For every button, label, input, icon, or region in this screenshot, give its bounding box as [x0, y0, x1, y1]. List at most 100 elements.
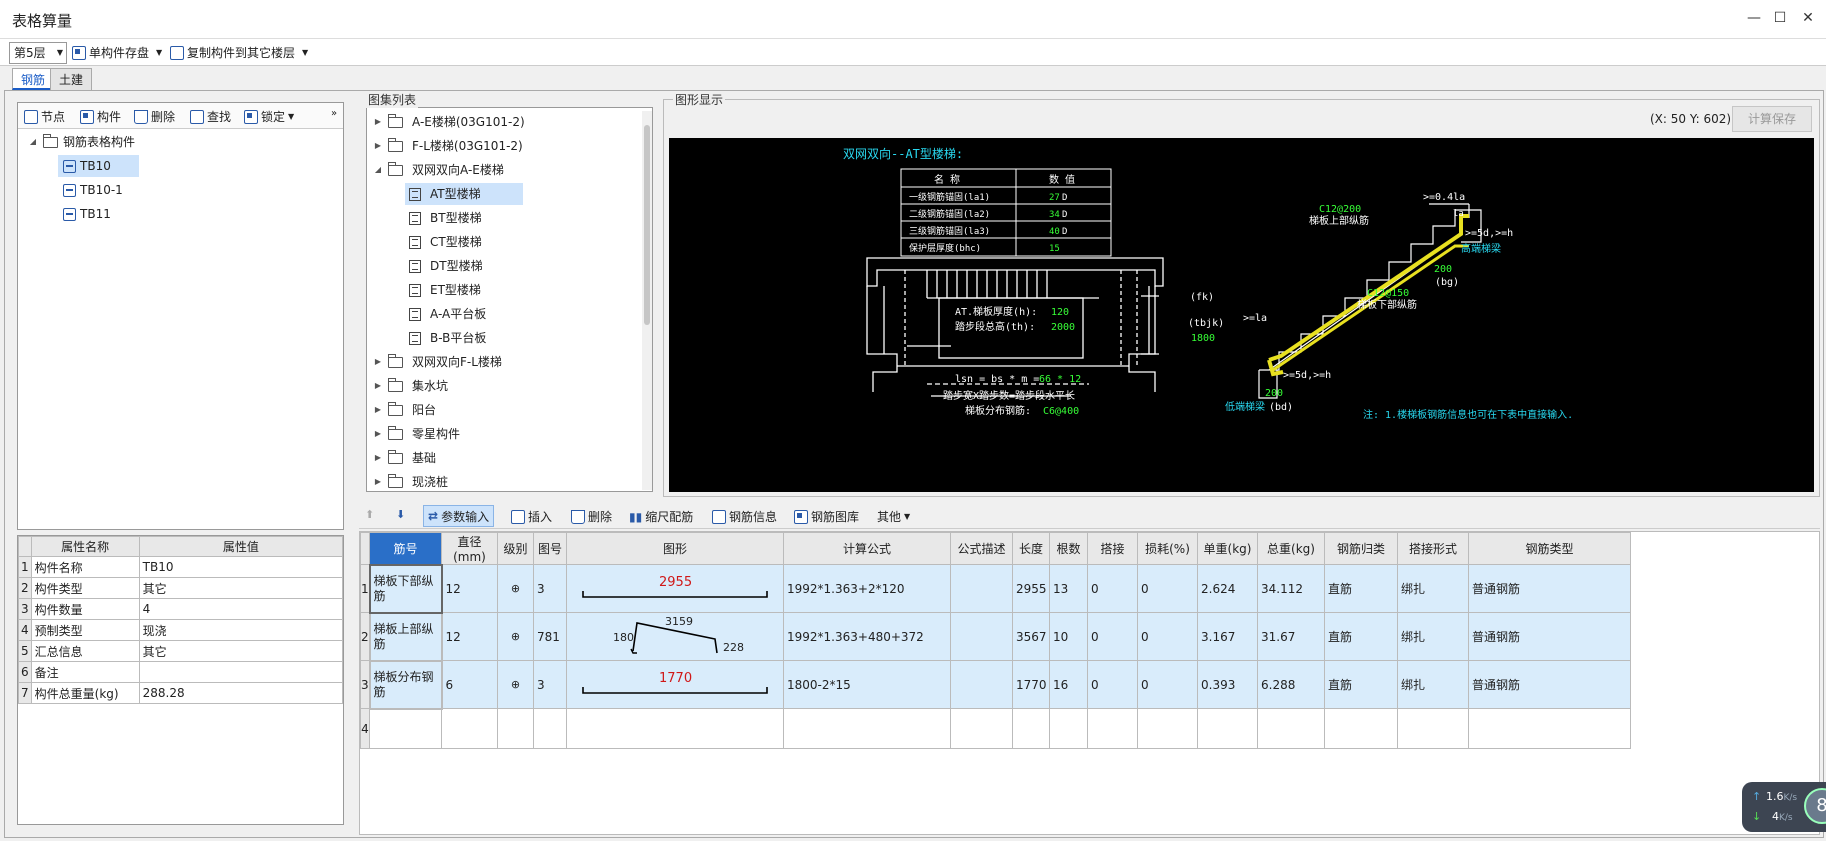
expand-panel-icon[interactable]: » [331, 108, 337, 119]
grid-cell-count[interactable]: 10 [1049, 612, 1088, 661]
grid-cell-cat[interactable]: 直筋 [1324, 660, 1398, 709]
prop-value[interactable]: 现浇 [138, 619, 344, 641]
prop-value[interactable]: 其它 [138, 640, 344, 662]
atlas-item[interactable]: ▶ A-E楼梯(03G101-2) [373, 111, 525, 133]
grid-cell-empty[interactable] [1012, 708, 1050, 749]
collapsed-arrow-icon[interactable]: ▶ [373, 135, 383, 157]
drawing-canvas[interactable]: 双网双向--AT型楼梯: 名 称 数 值 一级钢筋锚固(la1) 27 D 二级… [669, 138, 1814, 492]
atlas-item[interactable]: A-A平台板 [405, 303, 486, 325]
expanded-arrow-icon[interactable]: ◢ [373, 159, 383, 181]
grid-cell-type[interactable]: 普通钢筋 [1468, 660, 1631, 709]
grid-cell-lap-type[interactable]: 绑扎 [1397, 660, 1469, 709]
grid-cell-empty[interactable] [1257, 708, 1325, 749]
grid-cell-empty[interactable] [566, 708, 784, 749]
collapsed-arrow-icon[interactable]: ▶ [373, 111, 383, 133]
grid-cell-cat[interactable]: 直筋 [1324, 612, 1398, 661]
grid-header-cell[interactable]: 损耗(%) [1137, 532, 1198, 565]
grid-cell-empty[interactable] [783, 708, 951, 749]
grid-cell-empty[interactable] [950, 708, 1013, 749]
grid-cell-empty[interactable] [533, 708, 567, 749]
tree-item-tb10[interactable]: TB10 [58, 155, 139, 177]
grid-cell-lap[interactable]: 0 [1087, 564, 1138, 613]
maximize-button[interactable]: ☐ [1770, 8, 1790, 28]
grid-header-cell[interactable]: 级别 [497, 532, 534, 565]
grid-cell-grade[interactable]: ⊕ [497, 660, 534, 709]
grid-cell-lap[interactable]: 0 [1087, 660, 1138, 709]
grid-header-cell[interactable]: 根数 [1049, 532, 1088, 565]
grid-cell-empty[interactable] [1049, 708, 1088, 749]
atlas-item[interactable]: ▶ 现浇桩 [373, 471, 448, 491]
move-down-icon[interactable]: ⬇ [396, 508, 405, 521]
find-button[interactable]: 查找 [190, 108, 231, 125]
grid-header-cell[interactable]: 筋号 [369, 532, 442, 565]
grid-header-cell[interactable]: 总重(kg) [1257, 532, 1325, 565]
grid-cell-type[interactable]: 普通钢筋 [1468, 612, 1631, 661]
insert-button[interactable]: 插入 [511, 508, 552, 525]
grid-header-cell[interactable]: 图号 [533, 532, 567, 565]
atlas-item[interactable]: DT型楼梯 [405, 255, 483, 277]
grid-cell-dia[interactable]: 6 [441, 660, 498, 709]
atlas-item[interactable]: ET型楼梯 [405, 279, 481, 301]
lock-button[interactable]: 锁定 ▼ [244, 108, 294, 125]
grid-cell-empty[interactable] [1397, 708, 1469, 749]
grid-cell-len[interactable]: 2955 [1012, 564, 1050, 613]
grid-cell-name[interactable]: 梯板上部纵筋 [368, 611, 443, 662]
grid-cell-empty[interactable] [1324, 708, 1398, 749]
grid-cell-total-w[interactable]: 34.112 [1257, 564, 1325, 613]
prop-value[interactable]: 288.28 [138, 682, 344, 704]
rebar-shape-cell[interactable]: 180 3159 228 [566, 612, 784, 661]
grid-cell-formula[interactable]: 1992*1.363+480+372 [783, 612, 951, 661]
grid-row[interactable]: 1 梯板下部纵筋 12 ⊕ 3 2955 1992*1.363+2*120 2955 13 0 0 2… [360, 563, 1631, 614]
atlas-item[interactable]: ▶ 阳台 [373, 399, 436, 421]
prop-value[interactable]: TB10 [138, 556, 344, 578]
grid-cell-fig[interactable]: 3 [533, 660, 567, 709]
grid-header-cell[interactable]: 搭接形式 [1397, 532, 1469, 565]
grid-header-cell[interactable]: 图形 [566, 532, 784, 565]
grid-cell-empty[interactable] [1137, 708, 1198, 749]
copy-to-floor-button[interactable]: 复制构件到其它楼层 ▼ [170, 43, 308, 63]
atlas-item[interactable]: ▶ F-L楼梯(03G101-2) [373, 135, 523, 157]
grid-cell-desc[interactable] [950, 564, 1013, 613]
grid-cell-fig[interactable]: 3 [533, 564, 567, 613]
tree-item-tb10-1[interactable]: TB10-1 [58, 179, 123, 201]
grid-cell-cat[interactable]: 直筋 [1324, 564, 1398, 613]
prop-row[interactable]: 2 构件类型 其它 [18, 577, 344, 599]
rebar-shape-cell[interactable]: 1770 [566, 660, 784, 709]
grid-cell-empty[interactable] [1197, 708, 1258, 749]
move-up-icon[interactable]: ⬆ [365, 508, 374, 521]
grid-cell-type[interactable]: 普通钢筋 [1468, 564, 1631, 613]
param-input-button[interactable]: ⇄ 参数输入 [423, 505, 495, 527]
grid-cell-loss[interactable]: 0 [1137, 564, 1198, 613]
grid-row-empty[interactable]: 4 [360, 708, 1631, 749]
delete-button[interactable]: 删除 [134, 108, 175, 125]
shape-left-length[interactable]: 180 [613, 631, 634, 644]
grid-header-cell[interactable]: 钢筋类型 [1468, 532, 1631, 565]
rebar-lib-button[interactable]: 钢筋图库 [794, 508, 859, 525]
collapsed-arrow-icon[interactable]: ▶ [373, 471, 383, 491]
component-button[interactable]: 构件 [80, 108, 121, 125]
atlas-scrollbar-thumb[interactable] [644, 125, 650, 325]
grid-cell-loss[interactable]: 0 [1137, 612, 1198, 661]
collapsed-arrow-icon[interactable]: ▶ [373, 351, 383, 373]
tab-civil[interactable]: 土建 [50, 68, 93, 90]
grid-cell-unit-w[interactable]: 0.393 [1197, 660, 1258, 709]
node-button[interactable]: 节点 [24, 108, 65, 125]
grid-cell-name[interactable]: 梯板下部纵筋 [368, 563, 443, 614]
atlas-item[interactable]: ▶ 双网双向F-L楼梯 [373, 351, 502, 373]
grid-cell-loss[interactable]: 0 [1137, 660, 1198, 709]
atlas-item[interactable]: BT型楼梯 [405, 207, 482, 229]
atlas-item[interactable]: ◢ 双网双向A-E楼梯 [373, 159, 504, 181]
grid-cell-empty[interactable] [369, 708, 442, 749]
grid-cell-len[interactable]: 1770 [1012, 660, 1050, 709]
grid-cell-unit-w[interactable]: 3.167 [1197, 612, 1258, 661]
grid-delete-button[interactable]: 删除 [571, 508, 612, 525]
grid-cell-lap[interactable]: 0 [1087, 612, 1138, 661]
tab-rebar[interactable]: 钢筋 [12, 68, 55, 90]
grid-cell-empty[interactable] [497, 708, 534, 749]
tree-item-tb11[interactable]: TB11 [58, 203, 111, 225]
grid-row[interactable]: 3 梯板分布钢筋 6 ⊕ 3 1770 1800-2*15 1770 16 0 0 0.393 6.28… [360, 659, 1631, 710]
grid-cell-fig[interactable]: 781 [533, 612, 567, 661]
grid-cell-formula[interactable]: 1992*1.363+2*120 [783, 564, 951, 613]
scale-rebar-button[interactable]: ▮▮ 缩尺配筋 [629, 508, 693, 525]
grid-cell-dia[interactable]: 12 [441, 612, 498, 661]
